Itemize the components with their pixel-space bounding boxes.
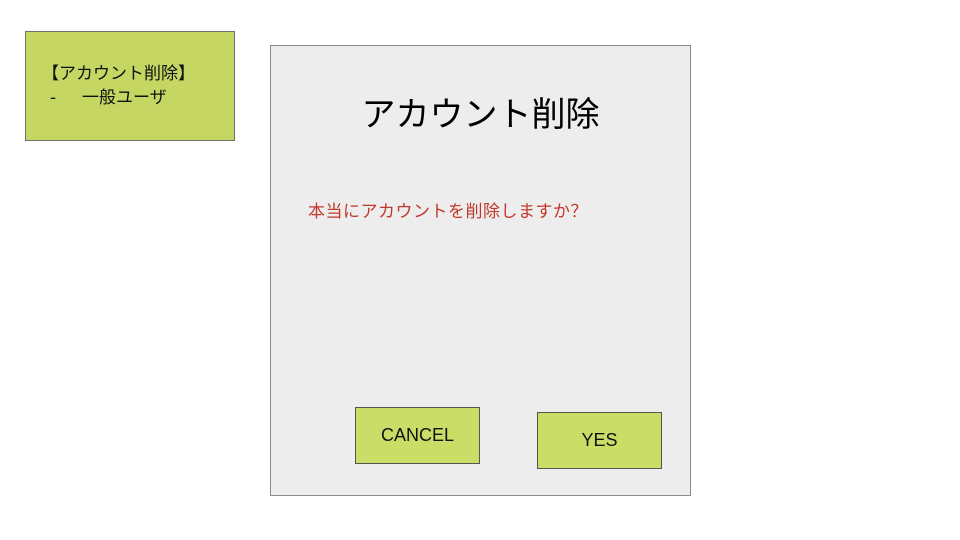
note-title: 【アカウント削除】 xyxy=(42,64,195,84)
yes-button[interactable]: YES xyxy=(537,412,662,469)
annotation-note: 【アカウント削除】 - 一般ユーザ xyxy=(25,31,235,141)
note-subtitle-line: - 一般ユーザ xyxy=(50,88,167,108)
note-subtitle: 一般ユーザ xyxy=(82,88,167,108)
cancel-button[interactable]: CANCEL xyxy=(355,407,480,464)
note-dash: - xyxy=(50,88,57,108)
delete-account-dialog: アカウント削除 本当にアカウントを削除しますか？ CANCEL YES xyxy=(270,45,691,496)
dialog-title: アカウント削除 xyxy=(361,95,600,135)
confirmation-message: 本当にアカウントを削除しますか？ xyxy=(308,202,588,222)
